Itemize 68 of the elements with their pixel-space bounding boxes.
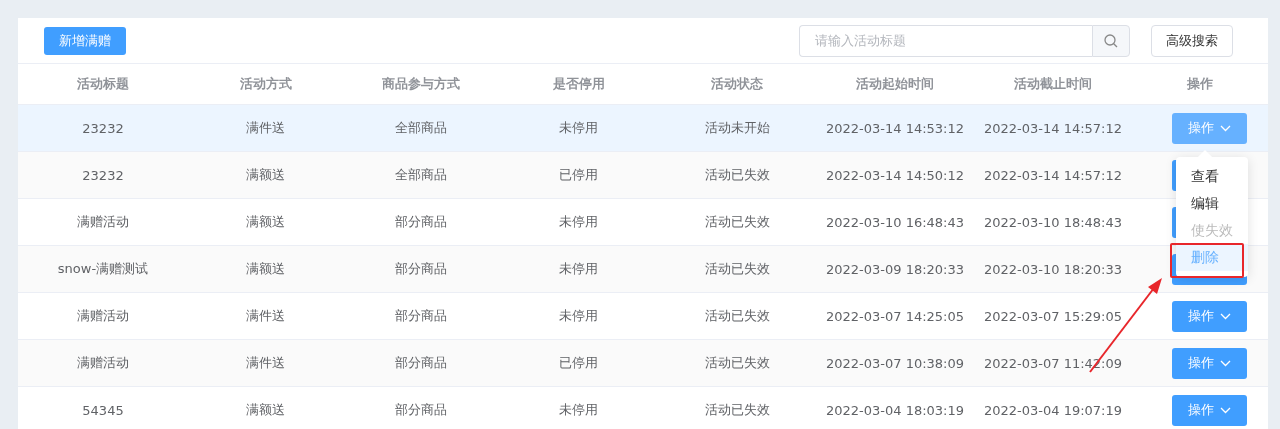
table-cell-text: 未停用	[558, 119, 599, 137]
search-button[interactable]	[1092, 24, 1130, 57]
table-cell-text: 满赠活动	[76, 213, 130, 231]
table-cell-text: 2022-03-07 14:25:05	[824, 307, 966, 326]
search-icon	[1104, 33, 1118, 48]
column-header: 商品参与方式	[381, 74, 461, 93]
table-cell-text: 2022-03-07 15:29:05	[982, 307, 1124, 326]
table-cell-text: 23232	[81, 166, 125, 185]
table-cell-text: snow-满赠测试	[56, 260, 150, 278]
table-cell-text: 活动已失效	[703, 213, 771, 231]
table-cell-text: 部分商品	[394, 260, 448, 278]
table-cell-text: 满额送	[245, 260, 286, 278]
table-cell-text: 2022-03-10 16:48:43	[824, 213, 966, 232]
table-cell-text: 部分商品	[394, 307, 448, 325]
column-header: 是否停用	[551, 74, 606, 93]
column-header: 活动方式	[238, 74, 293, 93]
column-header: 操作	[1186, 74, 1214, 93]
table-cell-text: 未停用	[558, 213, 599, 231]
table-cell-text: 部分商品	[394, 401, 448, 419]
table-cell-text: 2022-03-14 14:50:12	[824, 166, 966, 185]
table-cell-text: 2022-03-04 18:03:19	[824, 401, 966, 420]
table-cell-text: 23232	[81, 119, 125, 138]
table-cell-text: 2022-03-14 14:53:12	[824, 119, 966, 138]
column-header: 活动标题	[76, 74, 130, 93]
column-header: 活动起始时间	[855, 74, 935, 93]
table-cell-text: 已停用	[558, 166, 599, 184]
table-cell-text: 满件送	[245, 119, 286, 137]
table-cell-text: 部分商品	[394, 213, 448, 231]
table-cell-text: 满额送	[245, 166, 286, 184]
table-cell-text: 满额送	[245, 213, 286, 231]
table-cell-text: 活动未开始	[703, 119, 771, 137]
table-cell-text: 活动已失效	[703, 307, 771, 325]
table-cell-text: 活动已失效	[703, 354, 771, 372]
chevron-down-icon	[1219, 359, 1231, 367]
menu-item: 使失效	[1190, 221, 1234, 240]
column-header: 活动状态	[710, 74, 764, 93]
table-cell-text: 全部商品	[394, 166, 448, 184]
table-cell-text: 满赠活动	[76, 354, 130, 372]
table-cell-text: 满件送	[245, 307, 286, 325]
table-cell-text: 2022-03-14 14:57:12	[982, 119, 1124, 138]
table-cell-text: 活动已失效	[703, 166, 771, 184]
table-cell-text: 活动已失效	[703, 260, 771, 278]
table-cell-text: 满额送	[245, 401, 286, 419]
table-cell-text: 满件送	[245, 354, 286, 372]
table-cell-text: 2022-03-07 10:38:09	[824, 354, 966, 373]
chevron-down-icon	[1219, 124, 1231, 132]
table-row[interactable]: 54345 满额送 部分商品 未停用 活动已失效 2022-03-04 18:03:19 2022-03-04 19:07:19 操作	[18, 387, 1268, 429]
table-cell-text: 部分商品	[394, 354, 448, 372]
table-cell-text: 2022-03-09 18:20:33	[824, 260, 966, 279]
table-cell-text: 未停用	[558, 260, 599, 278]
table-cell-text: 未停用	[558, 401, 599, 419]
table-cell-text: 满赠活动	[76, 307, 130, 325]
table-cell-text: 全部商品	[394, 119, 448, 137]
table-cell-text: 活动已失效	[703, 401, 771, 419]
table-cell-text: 2022-03-10 18:20:33	[982, 260, 1124, 279]
menu-item[interactable]: 查看	[1176, 163, 1248, 190]
table-cell-text: 未停用	[558, 307, 599, 325]
advanced-search-button[interactable]: 高级搜索	[1151, 24, 1233, 57]
chevron-down-icon	[1219, 406, 1231, 414]
search-field[interactable]: 请输入活动标题	[799, 24, 1092, 57]
table-cell-text: 54345	[81, 401, 125, 420]
table-cell-text: 2022-03-04 19:07:19	[982, 401, 1124, 420]
table-cell-text: 2022-03-14 14:57:12	[982, 166, 1124, 185]
table-cell-text: 已停用	[558, 354, 599, 372]
table-row[interactable]: 23232 满件送 全部商品 未停用 活动未开始 2022-03-14 14:53:12 2022-03-14 14:57:12 操作	[18, 105, 1268, 152]
table-cell-text: 2022-03-10 18:48:43	[982, 213, 1124, 232]
chevron-down-icon	[1219, 312, 1231, 320]
column-header: 活动截止时间	[1013, 74, 1093, 93]
